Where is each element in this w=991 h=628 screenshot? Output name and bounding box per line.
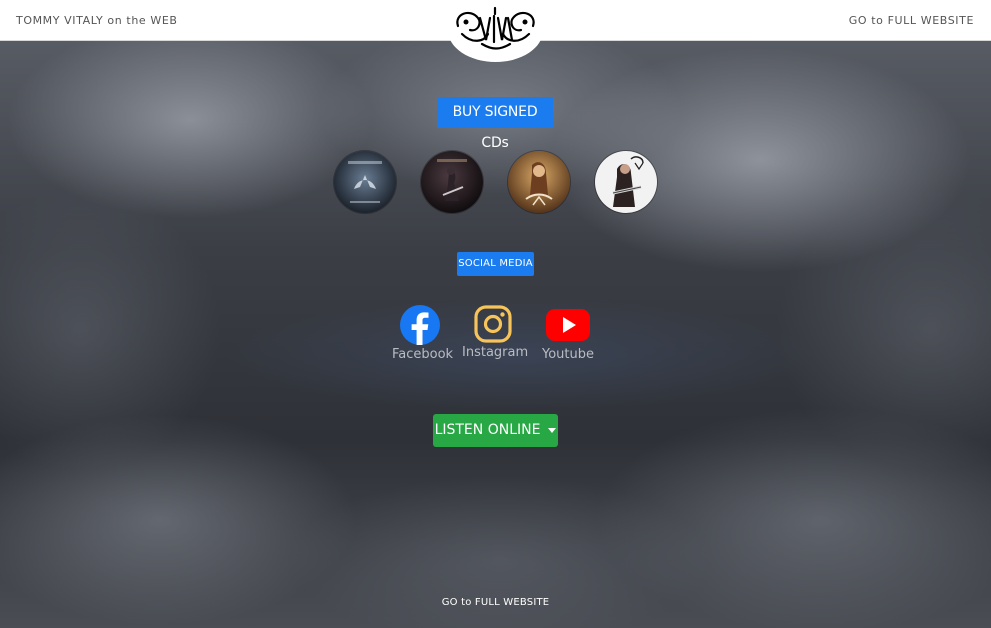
buy-signed-cds-button[interactable]: BUY SIGNED CDs (437, 97, 553, 151)
footer-full-website-link[interactable]: GO to FULL WEBSITE (0, 597, 991, 608)
album-cover-icon (334, 151, 396, 213)
social-media-button[interactable]: SOCIAL MEDIA (457, 252, 534, 276)
album-cover-icon (595, 151, 657, 213)
listen-online-dropdown[interactable]: LISTEN ONLINE (433, 414, 558, 447)
album-cover-icon (421, 151, 483, 213)
cd-cover-3[interactable] (508, 151, 570, 213)
listen-online-label: LISTEN ONLINE (434, 422, 541, 438)
logo[interactable] (448, 0, 543, 62)
instagram-link[interactable]: Instagram (462, 305, 529, 360)
instagram-label: Instagram (462, 345, 529, 360)
facebook-icon (400, 305, 440, 345)
cd-cover-4[interactable] (595, 151, 657, 213)
site-tagline: TOMMY VITALY on the WEB (16, 14, 178, 27)
caret-down-icon (548, 427, 557, 433)
facebook-link[interactable]: Facebook (392, 305, 454, 362)
vitaly-logo-icon (456, 6, 535, 50)
youtube-link[interactable]: Youtube (540, 305, 596, 362)
album-cover-icon (508, 151, 570, 213)
instagram-icon (474, 305, 512, 343)
facebook-label: Facebook (392, 347, 454, 362)
cd-cover-1[interactable] (334, 151, 396, 213)
youtube-icon (546, 309, 590, 341)
cd-cover-2[interactable] (421, 151, 483, 213)
youtube-label: Youtube (542, 347, 594, 362)
full-website-link[interactable]: GO to FULL WEBSITE (849, 14, 974, 27)
